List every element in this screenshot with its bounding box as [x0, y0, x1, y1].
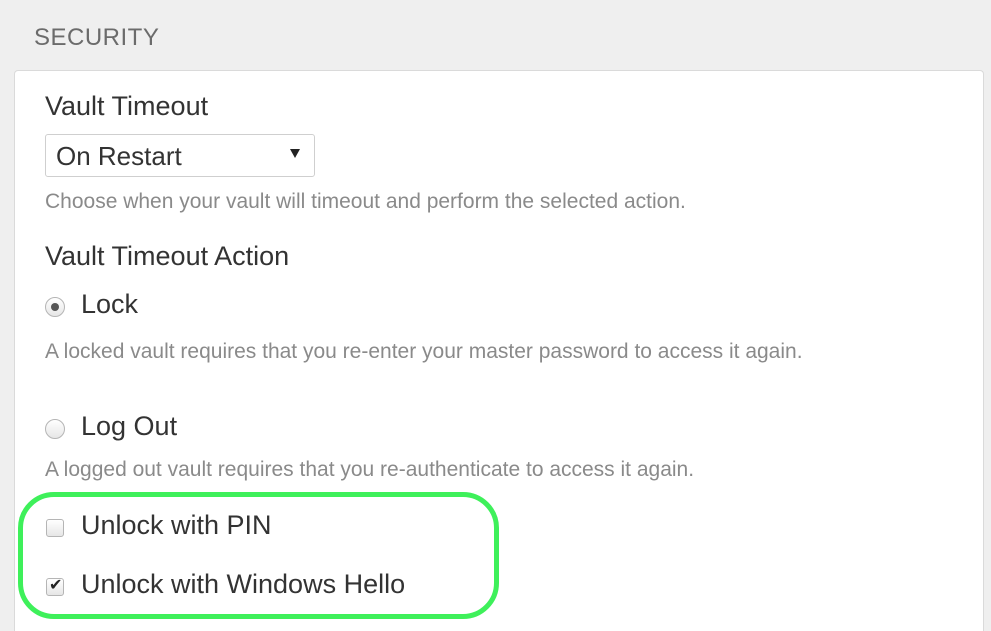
- log-out-option-help: A logged out vault requires that you re-…: [45, 458, 695, 481]
- security-panel: Vault Timeout On Restart Choose when you…: [14, 70, 984, 631]
- settings-page: SECURITY Vault Timeout On Restart Choose…: [0, 0, 991, 631]
- section-title: SECURITY: [34, 24, 160, 51]
- vault-timeout-selected-value: On Restart: [56, 141, 182, 171]
- vault-timeout-help: Choose when your vault will timeout and …: [45, 190, 686, 213]
- unlock-with-pin-label[interactable]: Unlock with PIN: [81, 510, 272, 541]
- unlock-with-windows-hello-label[interactable]: Unlock with Windows Hello: [81, 569, 405, 600]
- log-out-radio[interactable]: [45, 419, 65, 439]
- vault-timeout-select[interactable]: On Restart: [45, 134, 315, 177]
- lock-option-help: A locked vault requires that you re-ente…: [45, 340, 803, 363]
- lock-option-label[interactable]: Lock: [81, 289, 138, 320]
- lock-radio[interactable]: [45, 297, 65, 317]
- log-out-option-label[interactable]: Log Out: [81, 411, 177, 442]
- vault-timeout-label: Vault Timeout: [45, 91, 209, 121]
- unlock-with-windows-hello-checkbox[interactable]: ✔: [46, 575, 64, 596]
- vault-timeout-action-label: Vault Timeout Action: [45, 241, 290, 271]
- unlock-with-pin-checkbox[interactable]: [46, 519, 64, 537]
- checkmark-icon: ✔: [49, 575, 63, 594]
- caret-down-icon: [290, 149, 300, 158]
